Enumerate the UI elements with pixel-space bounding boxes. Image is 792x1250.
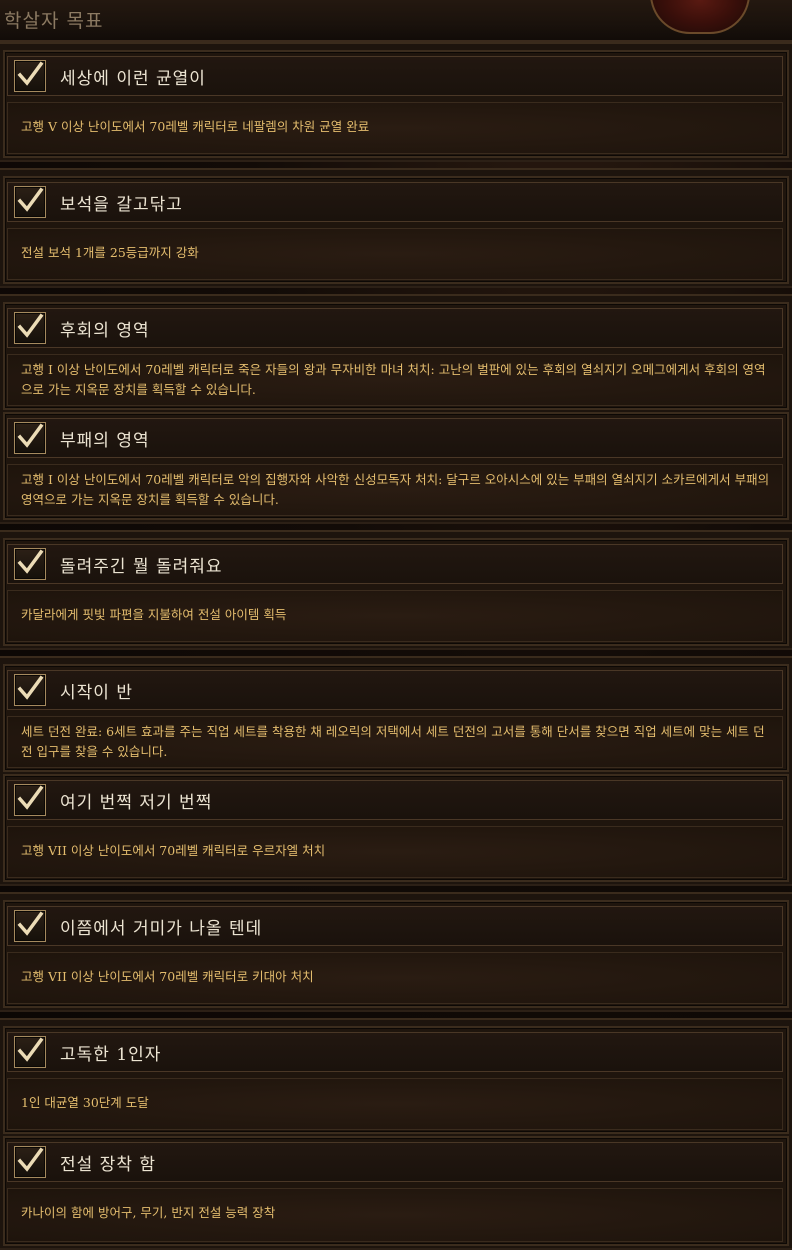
checkmark-icon	[14, 784, 46, 816]
achievement-header: 부패의 영역	[7, 418, 783, 458]
checkmark-icon	[14, 674, 46, 706]
achievement-description: 카나이의 함에 방어구, 무기, 반지 전설 능력 장착	[21, 1205, 276, 1220]
achievement-group: 이쯤에서 거미가 나올 텐데 고행 VII 이상 난이도에서 70레벨 캐릭터로…	[0, 892, 792, 1012]
achievement-header: 이쯤에서 거미가 나올 텐데	[7, 906, 783, 946]
checkmark-icon	[14, 1146, 46, 1178]
achievement-card[interactable]: 전설 장착 함 카나이의 함에 방어구, 무기, 반지 전설 능력 장착	[3, 1136, 789, 1246]
achievement-group: 후회의 영역 고행 I 이상 난이도에서 70레벨 캐릭터로 죽은 자들의 왕과…	[0, 294, 792, 524]
achievement-body: 고행 VII 이상 난이도에서 70레벨 캐릭터로 우르자엘 처치	[7, 826, 783, 878]
achievement-page: 학살자 목표 세상에 이런 균열이 고행 V 이상 난이도에서 70레벨 캐릭터…	[0, 0, 792, 1250]
achievement-body: 세트 던전 완료: 6세트 효과를 주는 직업 세트를 착용한 채 레오릭의 저…	[7, 716, 783, 768]
achievement-body: 카달라에게 핏빛 파편을 지불하여 전설 아이템 획득	[7, 590, 783, 642]
achievement-card[interactable]: 시작이 반 세트 던전 완료: 6세트 효과를 주는 직업 세트를 착용한 채 …	[3, 664, 789, 772]
achievement-title: 이쯤에서 거미가 나올 텐데	[60, 919, 263, 939]
checkmark-icon	[14, 422, 46, 454]
emblem-icon	[650, 0, 750, 34]
achievement-header: 전설 장착 함	[7, 1142, 783, 1182]
checkmark-icon	[14, 1036, 46, 1068]
achievement-header: 시작이 반	[7, 670, 783, 710]
achievement-title: 전설 장착 함	[60, 1155, 157, 1175]
achievement-description: 고행 VII 이상 난이도에서 70레벨 캐릭터로 우르자엘 처치	[21, 843, 326, 858]
achievement-body: 고행 I 이상 난이도에서 70레벨 캐릭터로 죽은 자들의 왕과 무자비한 마…	[7, 354, 783, 406]
achievement-title: 세상에 이런 균열이	[60, 69, 206, 89]
achievement-card[interactable]: 고독한 1인자 1인 대균열 30단계 도달	[3, 1026, 789, 1134]
header-bar: 학살자 목표	[0, 0, 792, 42]
page-title: 학살자 목표	[4, 10, 104, 32]
achievement-description: 고행 I 이상 난이도에서 70레벨 캐릭터로 죽은 자들의 왕과 무자비한 마…	[21, 362, 766, 397]
achievement-group: 세상에 이런 균열이 고행 V 이상 난이도에서 70레벨 캐릭터로 네팔렘의 …	[0, 42, 792, 162]
achievement-group: 돌려주긴 뭘 돌려줘요 카달라에게 핏빛 파편을 지불하여 전설 아이템 획득	[0, 530, 792, 650]
achievement-title: 여기 번쩍 저기 번쩍	[60, 793, 213, 813]
achievement-card[interactable]: 이쯤에서 거미가 나올 텐데 고행 VII 이상 난이도에서 70레벨 캐릭터로…	[3, 900, 789, 1008]
achievement-card[interactable]: 보석을 갈고닦고 전설 보석 1개를 25등급까지 강화	[3, 176, 789, 284]
achievement-description: 전설 보석 1개를 25등급까지 강화	[21, 245, 199, 260]
checkmark-icon	[14, 186, 46, 218]
achievement-header: 후회의 영역	[7, 308, 783, 348]
achievement-body: 고행 V 이상 난이도에서 70레벨 캐릭터로 네팔렘의 차원 균열 완료	[7, 102, 783, 154]
achievement-title: 후회의 영역	[60, 321, 150, 341]
achievement-body: 고행 VII 이상 난이도에서 70레벨 캐릭터로 키대아 처치	[7, 952, 783, 1004]
achievement-card[interactable]: 후회의 영역 고행 I 이상 난이도에서 70레벨 캐릭터로 죽은 자들의 왕과…	[3, 302, 789, 410]
checkmark-icon	[14, 312, 46, 344]
achievement-description: 고행 VII 이상 난이도에서 70레벨 캐릭터로 키대아 처치	[21, 969, 314, 984]
achievement-body: 전설 보석 1개를 25등급까지 강화	[7, 228, 783, 280]
achievement-group: 고독한 1인자 1인 대균열 30단계 도달 전설 장착 함 카나이의 함에 방…	[0, 1018, 792, 1250]
achievement-description: 세트 던전 완료: 6세트 효과를 주는 직업 세트를 착용한 채 레오릭의 저…	[21, 724, 765, 759]
achievement-header: 고독한 1인자	[7, 1032, 783, 1072]
achievement-description: 카달라에게 핏빛 파편을 지불하여 전설 아이템 획득	[21, 607, 287, 622]
achievement-title: 보석을 갈고닦고	[60, 195, 183, 215]
achievement-description: 1인 대균열 30단계 도달	[21, 1095, 149, 1110]
achievement-header: 세상에 이런 균열이	[7, 56, 783, 96]
achievement-body: 카나이의 함에 방어구, 무기, 반지 전설 능력 장착	[7, 1188, 783, 1242]
achievement-body: 고행 I 이상 난이도에서 70레벨 캐릭터로 악의 집행자와 사악한 신성모독…	[7, 464, 783, 516]
achievement-group: 시작이 반 세트 던전 완료: 6세트 효과를 주는 직업 세트를 착용한 채 …	[0, 656, 792, 886]
achievement-group: 보석을 갈고닦고 전설 보석 1개를 25등급까지 강화	[0, 168, 792, 288]
achievement-header: 돌려주긴 뭘 돌려줘요	[7, 544, 783, 584]
achievement-body: 1인 대균열 30단계 도달	[7, 1078, 783, 1130]
achievement-card[interactable]: 여기 번쩍 저기 번쩍 고행 VII 이상 난이도에서 70레벨 캐릭터로 우르…	[3, 774, 789, 882]
achievement-card[interactable]: 세상에 이런 균열이 고행 V 이상 난이도에서 70레벨 캐릭터로 네팔렘의 …	[3, 50, 789, 158]
checkmark-icon	[14, 910, 46, 942]
checkmark-icon	[14, 60, 46, 92]
achievement-description: 고행 V 이상 난이도에서 70레벨 캐릭터로 네팔렘의 차원 균열 완료	[21, 119, 370, 134]
achievement-header: 보석을 갈고닦고	[7, 182, 783, 222]
achievement-title: 돌려주긴 뭘 돌려줘요	[60, 557, 223, 577]
achievement-title: 부패의 영역	[60, 431, 150, 451]
achievement-title: 시작이 반	[60, 683, 133, 703]
achievement-card[interactable]: 돌려주긴 뭘 돌려줘요 카달라에게 핏빛 파편을 지불하여 전설 아이템 획득	[3, 538, 789, 646]
checkmark-icon	[14, 548, 46, 580]
achievement-card[interactable]: 부패의 영역 고행 I 이상 난이도에서 70레벨 캐릭터로 악의 집행자와 사…	[3, 412, 789, 520]
achievement-title: 고독한 1인자	[60, 1045, 162, 1065]
achievement-description: 고행 I 이상 난이도에서 70레벨 캐릭터로 악의 집행자와 사악한 신성모독…	[21, 472, 770, 507]
achievement-header: 여기 번쩍 저기 번쩍	[7, 780, 783, 820]
